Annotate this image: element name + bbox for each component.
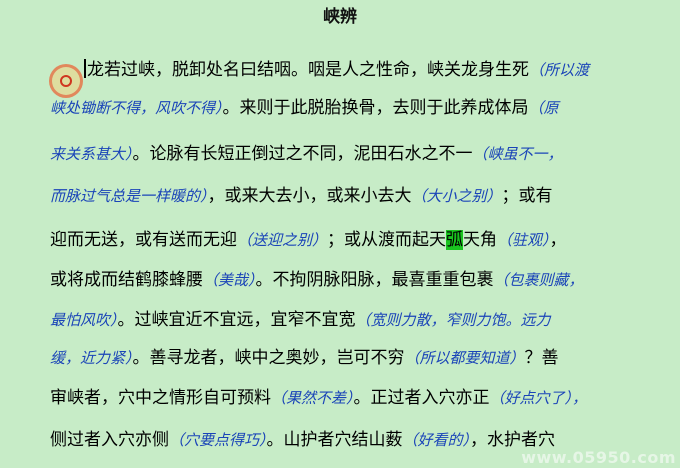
highlighted-char: 弧: [446, 230, 464, 250]
text-line: 龙若过峡，脱卸处名曰结咽。咽是人之性命，峡关龙身生死（所以渡: [0, 52, 680, 88]
annotation-note: （所以都要知道）: [404, 349, 525, 367]
text-caret: [84, 59, 86, 78]
cursor-dot-icon: [60, 75, 72, 87]
annotation-note: 缓，近力紧）: [50, 349, 133, 367]
text-line: 最怕风吹）。过峡宜近不宜远，宜窄不宜宽（宽则力散，窄则力饱。远力: [0, 302, 680, 338]
body-text: ；或从渡而起天: [327, 230, 447, 250]
body-text: 。善寻龙者，峡中之奥妙，岂可不穷: [132, 348, 405, 368]
body-text: 审峡者，穴中之情形自可预料: [50, 388, 271, 408]
annotation-note: 峡处锄断不得，风吹不得）: [50, 99, 223, 117]
body-text: 。正过者入穴亦正: [353, 388, 490, 408]
text-line: 而脉过气总是一样暖的），或来大去小，或来小去大（大小之别）；或有: [0, 178, 680, 214]
text-line: 峡处锄断不得，风吹不得）。来则于此脱胎换骨，去则于此养成体局（原: [0, 90, 680, 126]
annotation-note: （果然不差）: [271, 389, 354, 407]
annotation-note: （驻观）: [497, 231, 550, 249]
body-text: ？善: [524, 348, 559, 368]
body-text: 或将成而结鹤膝蜂腰: [50, 270, 203, 290]
annotation-note: 最怕风吹）: [50, 311, 118, 329]
annotation-note: （美哉）: [203, 271, 256, 289]
body-text: ，: [549, 230, 567, 250]
text-line: 迎而无送，或有送而无迎（送迎之别）；或从渡而起天弧天角（驻观），: [0, 222, 680, 258]
annotation-note: （送迎之别）: [237, 231, 328, 249]
body-text: 天角: [463, 230, 498, 250]
body-text: ，或来大去小，或来小去大: [207, 186, 412, 206]
text-line: 缓，近力紧）。善寻龙者，峡中之奥妙，岂可不穷（所以都要知道）？善: [0, 340, 680, 376]
body-text: 。山护者穴结山薮: [266, 430, 403, 450]
text-line: 来关系甚大）。论脉有长短正倒过之不同，泥田石水之不一（峡虽不一，: [0, 136, 680, 172]
annotation-note: （好点穴了），: [489, 389, 588, 407]
body-text: ；或有: [501, 186, 553, 206]
body-text: 。过峡宜近不宜远，宜窄不宜宽: [117, 310, 356, 330]
annotation-note: （宽则力散，窄则力饱。远力: [355, 311, 551, 329]
annotation-note: 来关系甚大）: [50, 145, 133, 163]
annotation-note: （穴要点得巧）: [169, 431, 267, 449]
annotation-note: （峡虽不一，: [472, 145, 563, 163]
body-text: 。来则于此脱胎换骨，去则于此养成体局: [222, 98, 529, 118]
site-watermark: www.05950.com: [521, 448, 676, 467]
body-text: 。不拘阴脉阳脉，最喜重重包裹: [255, 270, 494, 290]
annotation-note: （大小之别）: [411, 187, 502, 205]
body-text: 迎而无送，或有送而无迎: [50, 230, 237, 250]
body-text: 龙若过峡，脱卸处名曰结咽。咽是人之性命，峡关龙身生死: [87, 60, 529, 80]
mouse-cursor-ring-icon: [49, 64, 83, 98]
annotation-note: （好看的）: [402, 431, 471, 449]
text-line: 审峡者，穴中之情形自可预料（果然不差）。正过者入穴亦正（好点穴了），: [0, 380, 680, 416]
page-title: 峡辨: [323, 7, 357, 27]
annotation-note: （包裹则藏，: [493, 271, 584, 289]
body-text: 侧过者入穴亦侧: [50, 430, 169, 450]
text-line: 或将成而结鹤膝蜂腰（美哉）。不拘阴脉阳脉，最喜重重包裹（包裹则藏，: [0, 262, 680, 298]
body-text: ，水护者穴: [470, 430, 556, 450]
annotation-note: （所以渡: [529, 61, 590, 79]
body-text: 。论脉有长短正倒过之不同，泥田石水之不一: [132, 144, 473, 164]
annotation-note: （原: [528, 99, 559, 117]
annotation-note: 而脉过气总是一样暖的）: [50, 187, 208, 205]
